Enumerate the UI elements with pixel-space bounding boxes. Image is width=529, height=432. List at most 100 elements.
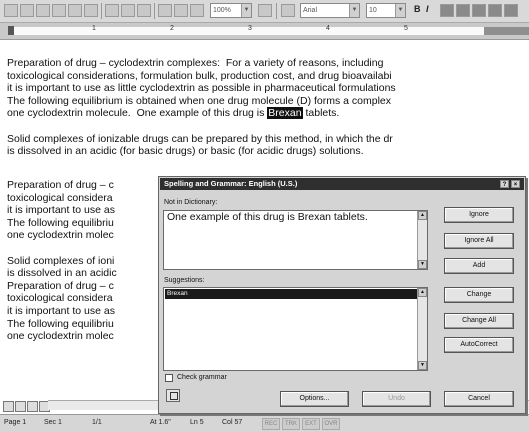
justify-icon[interactable]	[504, 4, 518, 17]
font-value: Arial	[303, 7, 318, 14]
add-button[interactable]: Add	[444, 258, 514, 274]
change-button[interactable]: Change	[444, 287, 514, 303]
chevron-down-icon[interactable]: ▼	[395, 4, 405, 17]
formatting-toolbar: 100% ▼ Arial ▼ 10 ▼ B I	[0, 0, 529, 23]
doc-line: Preparation of drug – c	[7, 279, 114, 292]
status-pages: 1/1	[92, 419, 102, 426]
cancel-button[interactable]: Cancel	[444, 391, 514, 407]
dialog-title: Spelling and Grammar: English (U.S.)	[164, 179, 298, 188]
flagged-word-highlight: Brexan	[267, 107, 303, 120]
style-icon[interactable]	[281, 4, 295, 17]
scroll-up-icon[interactable]: ▲	[418, 211, 427, 220]
ruler-number: 4	[326, 25, 330, 32]
print-icon[interactable]	[52, 4, 66, 17]
help-icon[interactable]	[258, 4, 272, 17]
undo-icon[interactable]	[158, 4, 172, 17]
status-line: Ln 5	[190, 419, 204, 426]
doc-line: one cyclodextrin molec	[7, 229, 114, 242]
doc-line: The following equilibrium is obtained wh…	[7, 94, 392, 107]
help-title-icon[interactable]: ?	[500, 180, 509, 188]
rec-mode[interactable]: REC	[262, 418, 280, 430]
change-all-button[interactable]: Change All	[444, 313, 514, 329]
bold-button[interactable]: B	[414, 4, 421, 14]
web-layout-icon[interactable]	[15, 401, 26, 412]
doc-line: is dissolved in an acidic (for basic dru…	[7, 145, 364, 158]
view-buttons	[3, 399, 51, 412]
doc-line: one cyclodextrin molec	[7, 330, 114, 343]
suggestion-item[interactable]: Brexan	[165, 289, 417, 299]
ovr-mode[interactable]: OVR	[322, 418, 340, 430]
ruler-number: 1	[92, 25, 96, 32]
flagged-word: Brexan	[297, 211, 332, 223]
font-combo[interactable]: Arial ▼	[300, 3, 360, 18]
sentence-after: tablets.	[331, 211, 368, 223]
spelling-icon[interactable]	[84, 4, 98, 17]
align-center-icon[interactable]	[472, 4, 486, 17]
status-col: Col 57	[222, 419, 243, 426]
chevron-down-icon[interactable]: ▼	[349, 4, 359, 17]
font-size-value: 10	[369, 7, 377, 14]
undo-button[interactable]: Undo	[362, 391, 431, 407]
sentence-before: One example of this drug is	[167, 211, 298, 223]
toolbar-separator	[101, 3, 102, 19]
cut-icon[interactable]	[105, 4, 119, 17]
doc-line: Preparation of drug – c	[7, 179, 114, 191]
ignore-all-button[interactable]: Ignore All	[444, 233, 514, 249]
underline-icon[interactable]	[440, 4, 454, 17]
hyperlink-icon[interactable]	[190, 4, 204, 17]
options-button[interactable]: Options...	[280, 391, 349, 407]
status-section: Sec 1	[44, 419, 62, 426]
doc-line: is dissolved in an acidic	[7, 267, 117, 280]
ruler: 1 2 3 4 5	[0, 23, 529, 40]
font-size-combo[interactable]: 10 ▼	[366, 3, 406, 18]
redo-icon[interactable]	[174, 4, 188, 17]
ext-mode[interactable]: EXT	[302, 418, 320, 430]
zoom-value: 100%	[213, 7, 231, 14]
ruler-number: 3	[248, 25, 252, 32]
zoom-combo[interactable]: 100% ▼	[210, 3, 252, 18]
doc-line: it is important to use as little cyclode…	[7, 82, 396, 95]
chevron-down-icon[interactable]: ▼	[241, 4, 251, 17]
vertical-scrollbar[interactable]: ▲ ▼	[417, 288, 427, 370]
save-icon[interactable]	[36, 4, 50, 17]
print-layout-icon[interactable]	[27, 401, 38, 412]
autocorrect-button[interactable]: AutoCorrect	[444, 337, 514, 353]
scroll-down-icon[interactable]: ▼	[418, 361, 427, 370]
open-icon[interactable]	[20, 4, 34, 17]
align-left-icon[interactable]	[456, 4, 470, 17]
doc-line: Solid complexes of ioni	[7, 254, 115, 267]
doc-line: toxicological considera	[7, 292, 113, 305]
scroll-up-icon[interactable]: ▲	[418, 288, 427, 297]
doc-line: one cyclodextrin molecule. One example o…	[7, 107, 339, 120]
not-in-dictionary-label: Not in Dictionary:	[164, 199, 218, 206]
toolbar-separator	[276, 3, 277, 19]
not-in-dictionary-text[interactable]: One example of this drug is Brexan table…	[163, 210, 428, 270]
doc-line: it is important to use as	[7, 305, 115, 317]
copy-icon[interactable]	[121, 4, 135, 17]
normal-view-icon[interactable]	[3, 401, 14, 412]
align-right-icon[interactable]	[488, 4, 502, 17]
status-at: At 1.6"	[150, 419, 171, 426]
ignore-button[interactable]: Ignore	[444, 207, 514, 223]
status-page: Page 1	[4, 419, 27, 426]
dialog-title-bar[interactable]: Spelling and Grammar: English (U.S.) ? ×	[160, 178, 524, 190]
toolbar-separator	[154, 3, 155, 19]
suggestions-label: Suggestions:	[164, 277, 205, 284]
ruler-number: 2	[170, 25, 174, 32]
vertical-scrollbar[interactable]: ▲ ▼	[417, 211, 427, 269]
suggestions-list[interactable]: Brexan ▲ ▼	[163, 287, 428, 371]
italic-button[interactable]: I	[426, 4, 429, 14]
scroll-down-icon[interactable]: ▼	[418, 260, 427, 269]
ruler-margin	[484, 27, 529, 35]
new-document-icon[interactable]	[4, 4, 18, 17]
close-icon[interactable]: ×	[511, 180, 520, 188]
doc-line: Solid complexes of ionizable drugs can b…	[7, 132, 393, 145]
doc-line: The following equilibriu	[7, 317, 114, 330]
paste-icon[interactable]	[137, 4, 151, 17]
doc-text: one cyclodextrin molecule. One example o…	[7, 107, 268, 120]
print-preview-icon[interactable]	[68, 4, 82, 17]
doc-line: The following equilibriu	[7, 216, 114, 229]
office-assistant-icon[interactable]	[166, 389, 180, 402]
check-grammar-checkbox[interactable]	[165, 374, 173, 382]
trk-mode[interactable]: TRK	[282, 418, 300, 430]
